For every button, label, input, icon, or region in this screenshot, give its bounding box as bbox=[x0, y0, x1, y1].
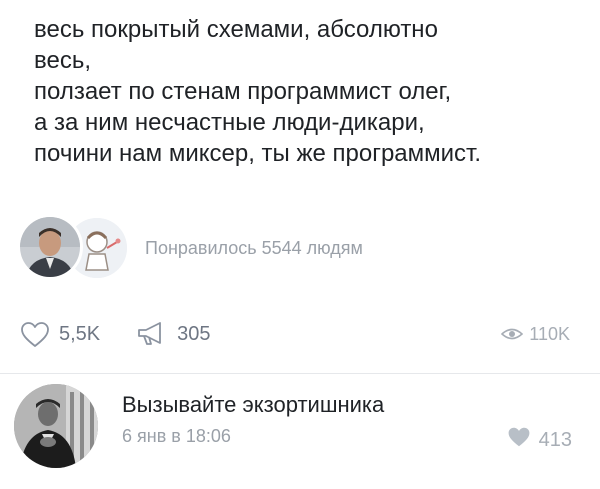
comment-likes-count: 413 bbox=[538, 428, 572, 451]
post-text-line: почини нам миксер, ты же программист. bbox=[34, 140, 482, 167]
comment-date: 6 янв в 18:06 bbox=[122, 426, 231, 446]
comment-like-button[interactable]: 413 bbox=[507, 426, 572, 454]
post-text: весь покрытый схемами, абсолютно весь, п… bbox=[34, 14, 574, 169]
eye-icon bbox=[501, 327, 524, 341]
post-text-line: весь, bbox=[34, 47, 91, 74]
megaphone-icon bbox=[136, 321, 168, 347]
post-actions: 5,5K 305 110K bbox=[20, 314, 570, 354]
heart-filled-icon bbox=[507, 426, 531, 454]
likes-summary[interactable]: Понравилось 5544 людям bbox=[145, 238, 363, 259]
divider bbox=[0, 373, 600, 374]
liker-avatar[interactable] bbox=[17, 213, 83, 280]
comment: Вызывайте экзортишника 6 янв в 18:06 413 bbox=[14, 382, 572, 482]
post-text-line: ползает по стенам программист олег, bbox=[34, 78, 452, 105]
views: 110K bbox=[501, 324, 570, 345]
post-text-line: а за ним несчастные люди-дикари, bbox=[34, 109, 425, 136]
likes-count: 5,5K bbox=[59, 322, 101, 345]
shares-count: 305 bbox=[177, 322, 211, 345]
comment-author[interactable]: Вызывайте экзортишника bbox=[122, 392, 384, 418]
post-text-line: весь покрытый схемами, абсолютно bbox=[34, 16, 438, 43]
share-button[interactable]: 305 bbox=[136, 321, 211, 347]
views-count: 110K bbox=[529, 323, 570, 344]
like-button[interactable]: 5,5K bbox=[20, 321, 100, 348]
heart-outline-icon bbox=[20, 321, 50, 348]
likers-row[interactable]: Понравилось 5544 людям bbox=[17, 213, 363, 280]
comment-avatar[interactable] bbox=[14, 384, 98, 468]
